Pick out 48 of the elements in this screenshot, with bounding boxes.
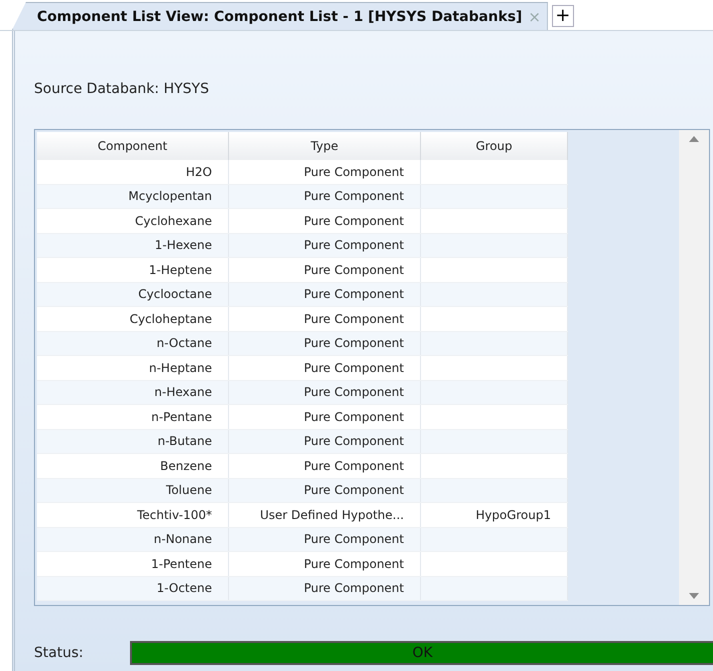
table-cell: Pure Component [228,478,420,502]
column-header[interactable]: Group [420,132,568,160]
table-cell: H2O [37,160,228,184]
table-cell: Pure Component [228,404,420,429]
table-cell: Pure Component [228,576,420,600]
table-cell: n-Butane [37,429,228,454]
status-label: Status: [34,645,84,661]
table-cell: Pure Component [228,160,420,184]
table-cell: 1-Pentene [37,552,228,576]
table-cell: Benzene [37,454,228,478]
table-cell: Pure Component [228,184,420,208]
table-cell: n-Pentane [37,404,228,429]
table-cell: Pure Component [228,356,420,380]
table-cell: Pure Component [228,331,420,356]
table-cell: n-Heptane [37,356,228,380]
table-cell: Toluene [37,478,228,502]
scroll-down-icon[interactable] [689,593,699,599]
table-cell: n-Hexane [37,380,228,404]
column-header[interactable]: Component [37,132,228,160]
source-databank-label: Source Databank: HYSYS [34,81,210,99]
table-cell: Mcyclopentan [37,184,228,208]
table-cell: Pure Component [228,258,420,282]
table-cell: Cyclohexane [37,208,228,233]
status-indicator: OK [130,641,713,665]
table-cell: 1-Heptene [37,258,228,282]
table-cell: Pure Component [228,282,420,306]
scrollbar[interactable] [679,130,709,605]
table-cell: 1-Hexene [37,233,228,258]
new-tab-button[interactable]: + [552,5,574,27]
table-cell: Cycloheptane [37,306,228,331]
table-cell: n-Octane [37,331,228,356]
table-cell: User Defined Hypothe... [228,502,420,527]
column-header[interactable]: Type [228,132,420,160]
table-cell: Pure Component [228,429,420,454]
table-cell: Pure Component [228,552,420,576]
table-cell: Pure Component [228,527,420,552]
table-cell: Techtiv-100* [37,502,228,527]
table-cell: HypoGroup1 [420,502,568,527]
table-cell: Pure Component [228,454,420,478]
table-cell: Pure Component [228,208,420,233]
table-cell: Pure Component [228,306,420,331]
table-cell: Pure Component [228,233,420,258]
table-cell: Pure Component [228,380,420,404]
table-cell: n-Nonane [37,527,228,552]
view-tab[interactable]: Component List View: Component List - 1 [HYSYS Databanks] × [12,2,548,30]
table-cell: Cyclooctane [37,282,228,306]
table-cell: 1-Octene [37,576,228,600]
scroll-up-icon[interactable] [689,136,699,142]
